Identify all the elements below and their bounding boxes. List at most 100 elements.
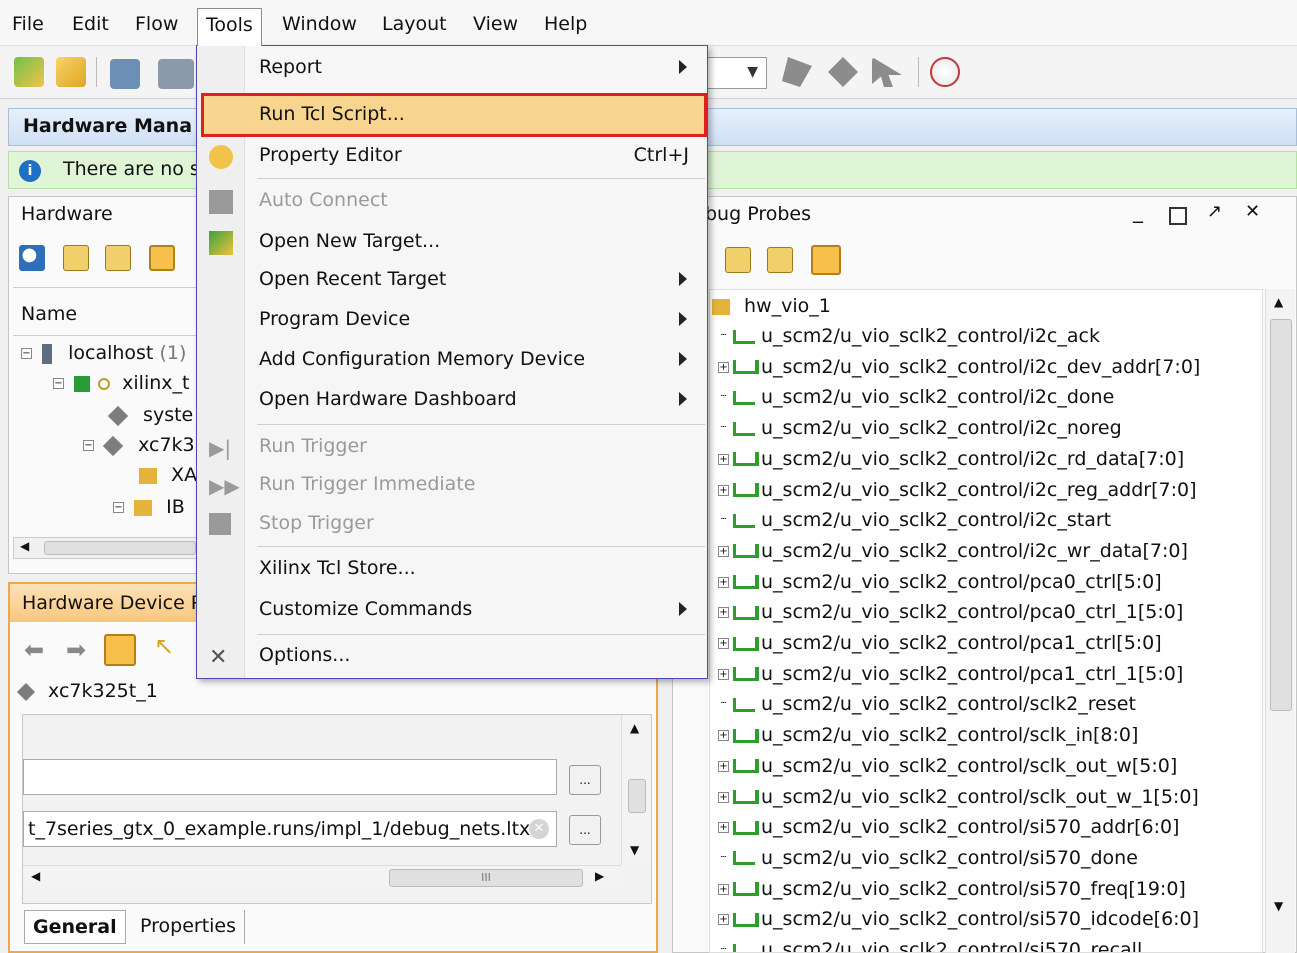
tree-item-ibert[interactable]: − IB	[113, 493, 185, 521]
menu-view[interactable]: View	[465, 8, 526, 40]
probe-signal-row[interactable]: + u_scm2/u_vio_sclk2_control/sclk_out_w[5…	[718, 752, 1177, 780]
collapse-icon[interactable]: −	[21, 348, 32, 359]
menu-item-auto-connect[interactable]: Auto Connect	[197, 183, 707, 221]
scroll-up-icon[interactable]: ▲	[630, 721, 639, 735]
redo-icon[interactable]	[158, 59, 194, 89]
expand-all-icon[interactable]	[105, 245, 131, 271]
clear-icon[interactable]: ✕	[529, 819, 549, 839]
collapse-all-icon[interactable]	[725, 247, 751, 273]
scroll-left-icon[interactable]: ◀	[31, 869, 40, 883]
probe-signal-row[interactable]: ┄ u_scm2/u_vio_sclk2_control/i2c_done	[718, 383, 1114, 411]
group-icon[interactable]	[811, 245, 841, 275]
tab-properties[interactable]: Properties	[132, 910, 246, 944]
scroll-down-icon[interactable]: ▼	[630, 843, 639, 857]
vertical-scrollbar[interactable]: ▲ ▼	[621, 715, 651, 865]
probe-signal-row[interactable]: ┄ u_scm2/u_vio_sclk2_control/si570_recall	[718, 936, 1142, 952]
tree-item-hw-vio[interactable]: hw_vio_1	[712, 292, 831, 320]
scrollbar-thumb[interactable]	[628, 779, 646, 813]
menu-item-xilinx-tcl-store[interactable]: Xilinx Tcl Store...	[197, 551, 707, 589]
expand-icon[interactable]: +	[718, 914, 729, 926]
menu-item-program-device[interactable]: Program Device	[197, 302, 707, 340]
undo-icon[interactable]	[110, 59, 140, 89]
menu-item-open-hardware-dashboard[interactable]: Open Hardware Dashboard	[197, 382, 707, 420]
menu-item-run-tcl-script[interactable]: Run Tcl Script...	[201, 93, 707, 137]
menu-item-run-trigger-immediate[interactable]: ▶▶ Run Trigger Immediate	[197, 467, 707, 505]
debug-probe-icon[interactable]	[782, 57, 812, 87]
menu-flow[interactable]: Flow	[127, 8, 186, 40]
menu-item-open-recent-target[interactable]: Open Recent Target	[197, 262, 707, 300]
probe-signal-row[interactable]: ┄ u_scm2/u_vio_sclk2_control/i2c_start	[718, 506, 1111, 534]
float-icon[interactable]: ↗	[1207, 201, 1222, 222]
probe-signal-row[interactable]: ┄ u_scm2/u_vio_sclk2_control/si570_done	[718, 844, 1137, 872]
probes-file-field[interactable]: t_7series_gtx_0_example.runs/impl_1/debu…	[23, 811, 557, 847]
probe-signal-row[interactable]: + u_scm2/u_vio_sclk2_control/si570_addr[6…	[718, 813, 1179, 841]
menu-window[interactable]: Window	[274, 8, 365, 40]
column-header-name[interactable]: Name	[21, 303, 77, 325]
expand-icon[interactable]: +	[718, 484, 729, 496]
close-icon[interactable]: ✕	[1245, 201, 1260, 222]
maximize-icon[interactable]	[1169, 207, 1187, 225]
tree-item-device[interactable]: − xc7k3	[83, 431, 195, 459]
tree-item-localhost[interactable]: − localhost (1)	[21, 339, 186, 367]
group-icon[interactable]	[149, 245, 175, 271]
menu-file[interactable]: File	[4, 8, 52, 40]
menu-item-run-trigger[interactable]: ▶| Run Trigger	[197, 429, 707, 467]
property-field[interactable]	[23, 759, 557, 795]
menu-item-customize-commands[interactable]: Customize Commands	[197, 592, 707, 630]
menu-item-report[interactable]: Report	[197, 50, 707, 88]
menu-item-add-configuration-memory-device[interactable]: Add Configuration Memory Device	[197, 342, 707, 380]
tab-general[interactable]: General	[24, 910, 126, 944]
expand-all-icon[interactable]	[767, 247, 793, 273]
probe-signal-row[interactable]: + u_scm2/u_vio_sclk2_control/pca0_ctrl_1[…	[718, 598, 1183, 626]
expand-icon[interactable]: +	[718, 576, 729, 588]
expand-icon[interactable]: +	[718, 361, 729, 373]
probe-signal-row[interactable]: + u_scm2/u_vio_sclk2_control/i2c_dev_addr…	[718, 353, 1200, 381]
toolbar-combo[interactable]: ▼	[705, 57, 767, 89]
browse-button[interactable]: ...	[569, 765, 601, 795]
horizontal-scrollbar[interactable]: ◀ III ▶	[23, 865, 621, 889]
menu-edit[interactable]: Edit	[64, 8, 117, 40]
open-project-icon[interactable]	[56, 57, 86, 87]
horizontal-scrollbar[interactable]: ◀	[13, 537, 197, 559]
probe-signal-row[interactable]: + u_scm2/u_vio_sclk2_control/si570_freq[1…	[718, 875, 1186, 903]
device-settings-icon[interactable]	[104, 634, 136, 666]
tree-item-target[interactable]: − xilinx_t	[53, 369, 189, 397]
probe-signal-row[interactable]: ┄ u_scm2/u_vio_sclk2_control/i2c_ack	[718, 322, 1099, 350]
expand-icon[interactable]: +	[718, 453, 729, 465]
pointer-icon[interactable]: ↖	[154, 632, 174, 660]
minimize-icon[interactable]: _	[1133, 199, 1143, 223]
collapse-icon[interactable]: −	[113, 502, 124, 513]
vertical-scrollbar[interactable]: ▲ ▼	[1265, 289, 1295, 953]
menu-item-options[interactable]: ✕ Options...	[197, 638, 707, 676]
menu-layout[interactable]: Layout	[374, 8, 455, 40]
expand-icon[interactable]: +	[718, 760, 729, 772]
expand-icon[interactable]: +	[718, 883, 729, 895]
probe-signal-row[interactable]: + u_scm2/u_vio_sclk2_control/i2c_reg_addr…	[718, 476, 1197, 504]
trigger-icon[interactable]	[828, 57, 858, 87]
menu-tools[interactable]: Tools	[197, 8, 262, 46]
scroll-up-icon[interactable]: ▲	[1274, 295, 1283, 309]
menu-item-open-new-target[interactable]: Open New Target...	[197, 224, 707, 262]
scroll-down-icon[interactable]: ▼	[1274, 899, 1283, 913]
sigma-icon[interactable]	[930, 57, 960, 87]
probe-signal-row[interactable]: + u_scm2/u_vio_sclk2_control/sclk_out_w_1…	[718, 783, 1199, 811]
expand-icon[interactable]: +	[718, 607, 729, 619]
probe-signal-row[interactable]: + u_scm2/u_vio_sclk2_control/pca1_ctrl[5:…	[718, 629, 1162, 657]
probe-signal-row[interactable]: ┄ u_scm2/u_vio_sclk2_control/sclk2_reset	[718, 690, 1135, 718]
tree-item-xadc[interactable]: XA	[139, 461, 197, 489]
expand-icon[interactable]: +	[718, 791, 729, 803]
tree-item-system[interactable]: syste	[107, 401, 193, 429]
pointer-icon[interactable]	[872, 57, 902, 87]
probe-signal-row[interactable]: ┄ u_scm2/u_vio_sclk2_control/i2c_noreg	[718, 414, 1121, 442]
probe-signal-row[interactable]: + u_scm2/u_vio_sclk2_control/i2c_rd_data[…	[718, 445, 1184, 473]
probe-signal-row[interactable]: + u_scm2/u_vio_sclk2_control/si570_idcode…	[718, 905, 1199, 933]
expand-icon[interactable]: +	[718, 730, 729, 742]
expand-icon[interactable]: +	[718, 822, 729, 834]
probe-signal-row[interactable]: + u_scm2/u_vio_sclk2_control/pca0_ctrl[5:…	[718, 568, 1162, 596]
expand-icon[interactable]: +	[718, 545, 729, 557]
scrollbar-thumb[interactable]: III	[389, 869, 583, 887]
collapse-icon[interactable]: −	[83, 440, 94, 451]
probe-signal-row[interactable]: + u_scm2/u_vio_sclk2_control/pca1_ctrl_1[…	[718, 660, 1183, 688]
expand-icon[interactable]: +	[718, 668, 729, 680]
new-project-icon[interactable]	[14, 57, 44, 87]
